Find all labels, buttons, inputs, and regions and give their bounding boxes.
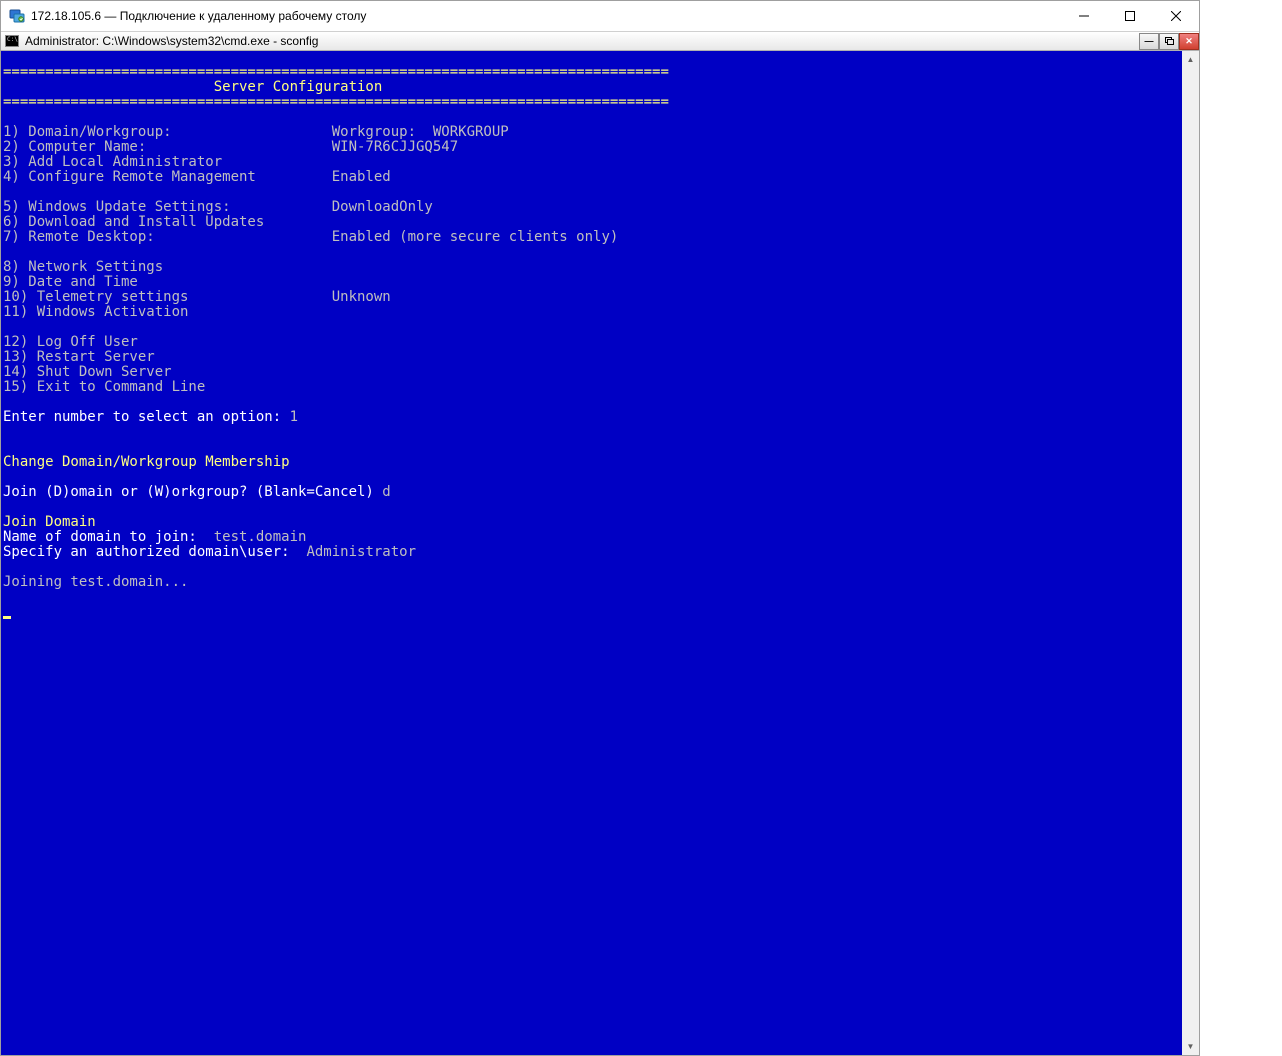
cmd-title: Administrator: C:\Windows\system32\cmd.e… [25, 34, 1139, 48]
vertical-scrollbar[interactable]: ▲ ▼ [1182, 51, 1199, 1055]
cmd-maximize-button[interactable] [1159, 33, 1179, 50]
scroll-track[interactable] [1182, 68, 1199, 1038]
rdp-title: 172.18.105.6 — Подключение к удаленному … [31, 9, 1061, 23]
maximize-button[interactable] [1107, 1, 1153, 31]
rdp-icon [9, 8, 25, 24]
console-output[interactable]: ========================================… [1, 65, 1182, 1041]
scroll-down-button[interactable]: ▼ [1182, 1038, 1199, 1055]
rdp-titlebar[interactable]: 172.18.105.6 — Подключение к удаленному … [1, 1, 1199, 31]
window-controls [1061, 1, 1199, 31]
minimize-button[interactable] [1061, 1, 1107, 31]
close-button[interactable] [1153, 1, 1199, 31]
rdp-window: 172.18.105.6 — Подключение к удаленному … [0, 0, 1200, 1056]
scroll-up-button[interactable]: ▲ [1182, 51, 1199, 68]
cmd-close-button[interactable]: ✕ [1179, 33, 1199, 50]
cmd-client-area: ========================================… [1, 51, 1199, 1055]
cmd-icon [5, 35, 19, 47]
cmd-window-controls: — ✕ [1139, 33, 1199, 50]
cursor [3, 616, 11, 619]
cmd-window: Administrator: C:\Windows\system32\cmd.e… [1, 31, 1199, 1055]
cmd-titlebar[interactable]: Administrator: C:\Windows\system32\cmd.e… [1, 32, 1199, 51]
cmd-minimize-button[interactable]: — [1139, 33, 1159, 50]
